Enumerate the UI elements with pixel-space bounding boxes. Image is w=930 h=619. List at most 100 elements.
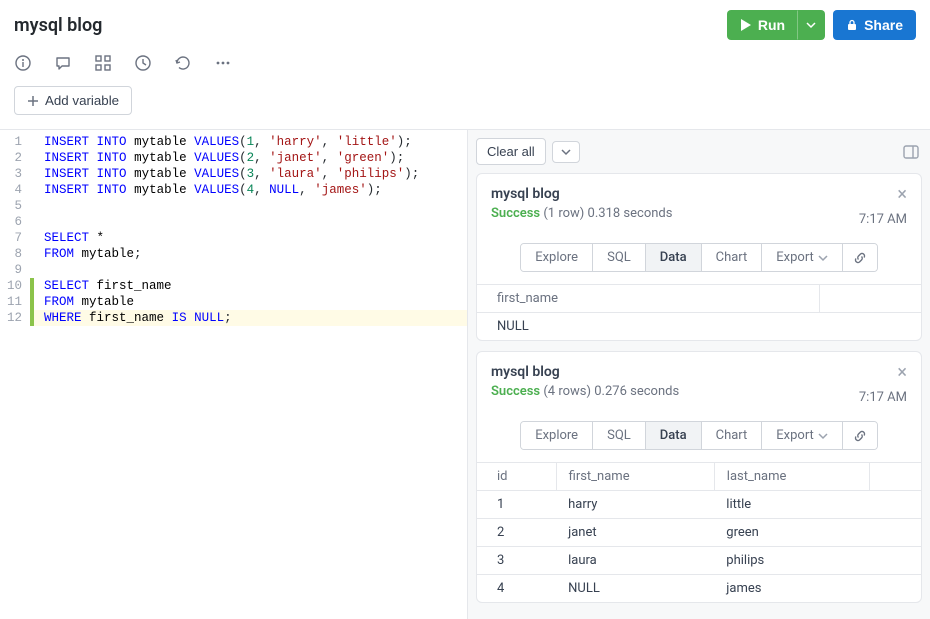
tab-sql[interactable]: SQL	[593, 422, 646, 449]
add-variable-row: Add variable	[0, 80, 930, 129]
table-cell: philips	[714, 547, 870, 575]
line-content[interactable]	[34, 214, 467, 230]
tab-explore[interactable]: Explore	[521, 244, 593, 271]
clear-all-button[interactable]: Clear all	[476, 138, 546, 165]
code-editor[interactable]: 1INSERT INTO mytable VALUES(1, 'harry', …	[0, 130, 467, 326]
main: 1 INSERT INTO mytable VALUES(1, 'harry', …	[0, 129, 930, 619]
table-cell: harry	[556, 491, 714, 519]
code-line[interactable]: 2INSERT INTO mytable VALUES(2, 'janet', …	[0, 150, 467, 166]
result-card-head: mysql blogSuccess (1 row) 0.318 seconds×…	[477, 174, 921, 233]
table-row[interactable]: 3lauraphilips	[477, 547, 921, 575]
header: mysql blog Run Share	[0, 0, 930, 46]
table-cell: laura	[556, 547, 714, 575]
table-cell: 4	[477, 575, 556, 603]
line-number: 8	[0, 246, 30, 262]
clock-icon[interactable]	[134, 54, 152, 72]
code-line[interactable]: 3INSERT INTO mytable VALUES(3, 'laura', …	[0, 166, 467, 182]
line-content[interactable]	[34, 262, 467, 278]
table-row[interactable]: 1harrylittle	[477, 491, 921, 519]
play-icon	[740, 19, 752, 31]
line-content[interactable]: SELECT *	[34, 230, 467, 246]
tab-chart[interactable]: Chart	[702, 422, 763, 449]
line-content[interactable]: FROM mytable;	[34, 246, 467, 262]
code-line[interactable]: 6	[0, 214, 467, 230]
tab-explore[interactable]: Explore	[521, 422, 593, 449]
code-line[interactable]: 1INSERT INTO mytable VALUES(1, 'harry', …	[0, 134, 467, 150]
add-variable-button[interactable]: Add variable	[14, 86, 132, 115]
info-icon[interactable]	[14, 54, 32, 72]
chevron-down-icon	[818, 431, 828, 441]
tab-data[interactable]: Data	[646, 244, 702, 271]
tab-sql[interactable]: SQL	[593, 244, 646, 271]
tab-data[interactable]: Data	[646, 422, 702, 449]
tab-export[interactable]: Export	[762, 422, 843, 449]
code-line[interactable]: 11FROM mytable	[0, 294, 467, 310]
plus-icon	[27, 95, 39, 107]
line-number: 10	[0, 278, 30, 294]
line-content[interactable]: INSERT INTO mytable VALUES(3, 'laura', '…	[34, 166, 467, 182]
copy-link-button[interactable]	[843, 422, 877, 449]
column-header-spacer	[870, 463, 921, 491]
header-actions: Run Share	[727, 10, 916, 40]
result-status-line: Success (1 row) 0.318 seconds	[491, 206, 859, 221]
line-content[interactable]: INSERT INTO mytable VALUES(4, NULL, 'jam…	[34, 182, 467, 198]
comment-icon[interactable]	[54, 54, 72, 72]
status-badge: Success	[491, 206, 540, 221]
run-button[interactable]: Run	[727, 10, 797, 40]
tab-export[interactable]: Export	[762, 244, 843, 271]
line-content[interactable]: WHERE first_name IS NULL;	[34, 310, 467, 326]
table-cell-spacer	[870, 491, 921, 519]
line-content[interactable]: FROM mytable	[34, 294, 467, 310]
link-icon	[853, 251, 867, 265]
result-time: 7:17 AM	[859, 390, 907, 405]
column-header[interactable]: first_name	[556, 463, 714, 491]
toolbar	[0, 46, 930, 80]
share-button[interactable]: Share	[833, 10, 916, 40]
table-cell: 1	[477, 491, 556, 519]
result-table: idfirst_namelast_name 1harrylittle 2jane…	[477, 462, 921, 602]
code-line[interactable]: 10SELECT first_name	[0, 278, 467, 294]
line-content[interactable]: SELECT first_name	[34, 278, 467, 294]
code-line[interactable]: 8FROM mytable;	[0, 246, 467, 262]
column-header[interactable]: first_name	[477, 285, 819, 313]
code-line[interactable]: 9	[0, 262, 467, 278]
run-button-label: Run	[758, 17, 785, 33]
history-icon[interactable]	[174, 54, 192, 72]
column-header[interactable]: last_name	[714, 463, 870, 491]
code-line[interactable]: 4INSERT INTO mytable VALUES(4, NULL, 'ja…	[0, 182, 467, 198]
result-card: mysql blogSuccess (4 rows) 0.276 seconds…	[476, 351, 922, 603]
line-content[interactable]	[34, 198, 467, 214]
line-content[interactable]: INSERT INTO mytable VALUES(2, 'janet', '…	[34, 150, 467, 166]
column-header[interactable]: id	[477, 463, 556, 491]
line-number: 3	[0, 166, 30, 182]
result-tabs: ExploreSQLDataChartExport	[477, 233, 921, 284]
table-cell: james	[714, 575, 870, 603]
tab-chart[interactable]: Chart	[702, 244, 763, 271]
table-row[interactable]: 4NULLjames	[477, 575, 921, 603]
add-variable-label: Add variable	[45, 93, 119, 108]
results-toolbar: Clear all	[476, 138, 922, 165]
close-icon[interactable]: ×	[897, 364, 907, 382]
panel-toggle-icon[interactable]	[900, 141, 922, 163]
code-line[interactable]: 7SELECT *	[0, 230, 467, 246]
table-cell: green	[714, 519, 870, 547]
result-title: mysql blog	[491, 364, 859, 380]
share-button-label: Share	[864, 17, 903, 33]
close-icon[interactable]: ×	[897, 186, 907, 204]
editor-pane[interactable]: 1INSERT INTO mytable VALUES(1, 'harry', …	[0, 130, 468, 619]
more-icon[interactable]	[214, 54, 232, 72]
code-line[interactable]: 12WHERE first_name IS NULL;	[0, 310, 467, 326]
table-row[interactable]: 2janetgreen	[477, 519, 921, 547]
result-table: first_name NULL	[477, 284, 921, 340]
line-content[interactable]: INSERT INTO mytable VALUES(1, 'harry', '…	[34, 134, 467, 150]
link-icon	[853, 429, 867, 443]
code-line[interactable]: 5	[0, 198, 467, 214]
run-caret-button[interactable]	[797, 10, 825, 40]
copy-link-button[interactable]	[843, 244, 877, 271]
column-header-spacer	[819, 285, 921, 313]
grid-icon[interactable]	[94, 54, 112, 72]
clear-caret-button[interactable]	[552, 141, 580, 163]
table-row[interactable]: NULL	[477, 313, 921, 341]
table-cell: NULL	[477, 313, 819, 341]
line-number: 11	[0, 294, 30, 310]
